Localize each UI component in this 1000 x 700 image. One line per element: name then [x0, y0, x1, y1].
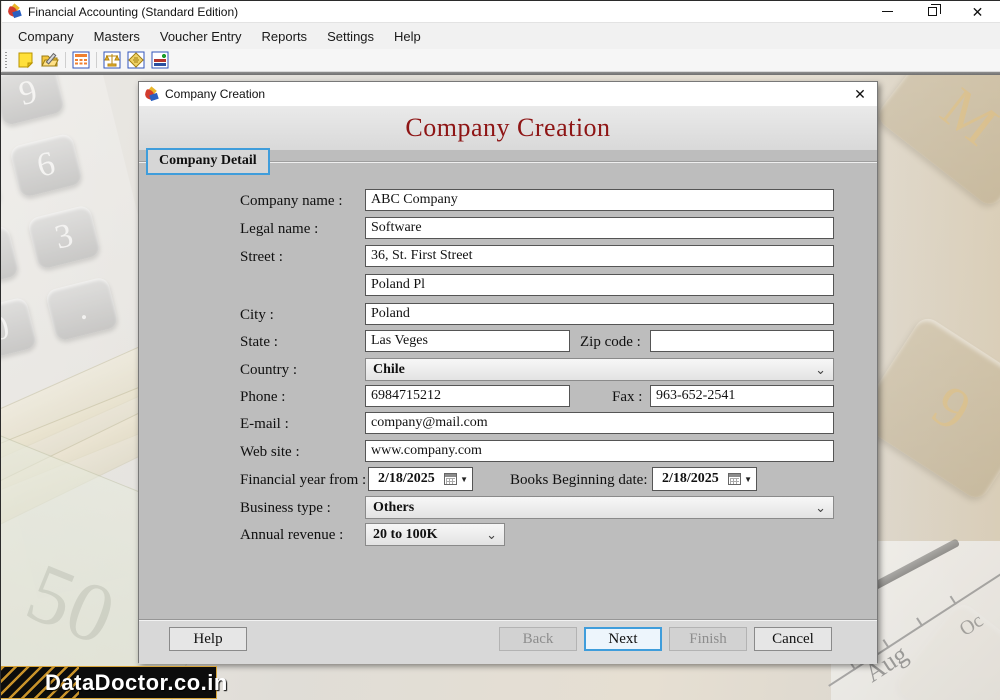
close-icon: ✕ — [854, 86, 866, 103]
tab-company-detail[interactable]: Company Detail — [146, 148, 270, 175]
app-icon — [7, 4, 22, 19]
books-beginning-value: 2/18/2025 — [653, 471, 719, 487]
cancel-button[interactable]: Cancel — [754, 627, 832, 651]
dialog-header: Company Creation — [139, 106, 877, 150]
website-input[interactable] — [365, 440, 834, 462]
zip-code-label: Zip code : — [580, 332, 641, 352]
calendar-icon — [728, 473, 741, 485]
zip-code-input[interactable] — [650, 330, 834, 352]
toolbar-separator — [96, 52, 97, 68]
financial-year-label: Financial year from : — [240, 470, 366, 490]
calc-key: . — [45, 276, 120, 342]
app-window: { "window": { "title": "Financial Accoun… — [0, 0, 1000, 700]
financial-year-datepicker[interactable]: 2/18/2025 ▼ — [368, 467, 473, 491]
financial-year-value: 2/18/2025 — [369, 471, 435, 487]
chevron-down-icon: ⌄ — [815, 501, 833, 514]
company-name-input[interactable] — [365, 189, 834, 211]
back-button[interactable]: Back — [499, 627, 577, 651]
help-button[interactable]: Help — [169, 627, 247, 651]
menu-masters[interactable]: Masters — [84, 25, 150, 48]
calc-key: 6 — [9, 132, 84, 198]
business-type-value: Others — [366, 500, 414, 516]
toolbar — [2, 49, 1000, 72]
dropdown-arrow-icon: ▼ — [457, 475, 472, 484]
minimize-icon — [882, 11, 893, 12]
annual-revenue-select[interactable]: 20 to 100K ⌄ — [365, 523, 505, 546]
menu-voucher-entry[interactable]: Voucher Entry — [150, 25, 252, 48]
dialog-title: Company Creation — [165, 87, 265, 101]
fax-label: Fax : — [612, 387, 642, 407]
dialog-close-button[interactable]: ✕ — [843, 82, 877, 106]
dialog-titlebar: Company Creation ✕ — [139, 82, 877, 106]
fax-input[interactable] — [650, 385, 834, 407]
menu-settings[interactable]: Settings — [317, 25, 384, 48]
ledger-book-icon[interactable] — [124, 50, 148, 71]
window-titlebar: Financial Accounting (Standard Edition) … — [2, 1, 1000, 23]
annual-revenue-value: 20 to 100K — [366, 527, 438, 543]
city-input[interactable] — [365, 303, 834, 325]
legal-name-input[interactable] — [365, 217, 834, 239]
balance-scales-icon[interactable] — [100, 50, 124, 71]
annual-revenue-label: Annual revenue : — [240, 525, 343, 545]
website-label: Web site : — [240, 442, 300, 462]
watermark-text: DataDoctor.co.in — [45, 670, 228, 696]
toolbar-separator — [65, 52, 66, 68]
dropdown-arrow-icon: ▼ — [741, 475, 756, 484]
add-ledger-icon[interactable] — [148, 50, 172, 71]
company-name-label: Company name : — [240, 191, 342, 211]
business-type-label: Business type : — [240, 498, 331, 518]
calc-key: 3 — [27, 204, 102, 270]
menu-company[interactable]: Company — [8, 25, 84, 48]
phone-input[interactable] — [365, 385, 570, 407]
calendar-icon — [444, 473, 457, 485]
country-select[interactable]: Chile ⌄ — [365, 358, 834, 381]
chevron-down-icon: ⌄ — [815, 363, 833, 376]
toolbar-divider — [1, 72, 1000, 75]
menu-help[interactable]: Help — [384, 25, 431, 48]
email-input[interactable] — [365, 412, 834, 434]
toolbar-grip[interactable] — [5, 52, 10, 68]
calc-key: 5 — [1, 153, 2, 219]
chevron-down-icon: ⌄ — [486, 528, 504, 541]
business-type-select[interactable]: Others ⌄ — [365, 496, 834, 519]
menu-bar: Company Masters Voucher Entry Reports Se… — [2, 23, 1000, 49]
datadoctor-watermark: DataDoctor.co.in — [1, 666, 217, 699]
books-beginning-datepicker[interactable]: 2/18/2025 ▼ — [652, 467, 757, 491]
window-title: Financial Accounting (Standard Edition) — [28, 5, 238, 19]
open-folder-icon[interactable] — [38, 50, 62, 71]
restore-button[interactable] — [910, 1, 955, 22]
street2-input[interactable] — [365, 274, 834, 296]
street-input[interactable] — [365, 245, 834, 267]
state-input[interactable] — [365, 330, 570, 352]
phone-label: Phone : — [240, 387, 285, 407]
email-label: E-mail : — [240, 414, 289, 434]
street-label: Street : — [240, 247, 283, 267]
calc-key: 0 — [1, 296, 38, 362]
city-label: City : — [240, 305, 274, 325]
country-value: Chile — [366, 362, 405, 378]
menu-reports[interactable]: Reports — [252, 25, 318, 48]
next-button[interactable]: Next — [584, 627, 662, 651]
legal-name-label: Legal name : — [240, 219, 318, 239]
close-button[interactable]: ✕ — [955, 1, 1000, 22]
finish-button[interactable]: Finish — [669, 627, 747, 651]
close-icon: ✕ — [972, 5, 984, 19]
company-creation-dialog: Company Creation ✕ Company Creation Comp… — [138, 81, 878, 663]
calc-key: 2 — [1, 224, 20, 290]
books-beginning-label: Books Beginning date: — [510, 470, 648, 490]
button-bar: Help Back Next Finish Cancel — [139, 621, 877, 664]
dialog-heading: Company Creation — [405, 113, 610, 142]
dialog-icon — [144, 87, 159, 102]
new-note-icon[interactable] — [14, 50, 38, 71]
minimize-button[interactable] — [865, 1, 910, 22]
country-label: Country : — [240, 360, 297, 380]
state-label: State : — [240, 332, 278, 352]
chart-label-oc: Oc — [955, 610, 987, 642]
calc-key: 9 — [1, 74, 66, 126]
restore-icon — [928, 7, 937, 16]
calculator-icon[interactable] — [69, 50, 93, 71]
